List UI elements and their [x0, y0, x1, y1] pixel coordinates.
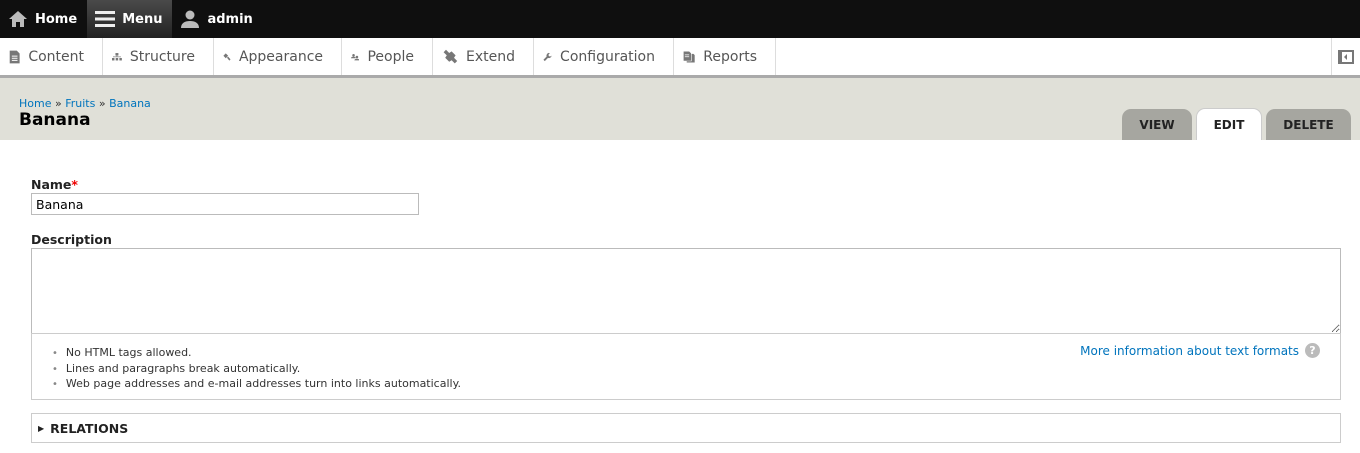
text-formats-link-label: More information about text formats — [1080, 343, 1299, 358]
breadcrumb-banana[interactable]: Banana — [109, 97, 151, 110]
tray-label: Reports — [703, 48, 757, 65]
format-tips-list: No HTML tags allowed. Lines and paragrap… — [52, 346, 461, 393]
format-tip: Lines and paragraphs break automatically… — [52, 362, 461, 378]
tray-label: Appearance — [238, 48, 323, 65]
format-tip: No HTML tags allowed. — [52, 346, 461, 362]
tray-item-people[interactable]: People — [342, 38, 433, 75]
breadcrumb-fruits[interactable]: Fruits — [65, 97, 95, 110]
collapse-icon — [1338, 49, 1354, 64]
menu-label: Menu — [122, 11, 163, 27]
tray-item-appearance[interactable]: Appearance — [214, 38, 342, 75]
user-icon — [181, 10, 200, 28]
document-icon — [9, 50, 20, 63]
admin-toolbar: Home Menu admin — [0, 0, 1360, 38]
tab-delete[interactable]: DELETE — [1266, 109, 1351, 140]
text-format-help: No HTML tags allowed. Lines and paragrap… — [31, 333, 1341, 400]
description-label: Description — [31, 232, 112, 247]
sitemap-icon — [112, 52, 122, 60]
toolbar-menu[interactable]: Menu — [87, 0, 173, 38]
name-input[interactable] — [31, 193, 419, 215]
tray-item-content[interactable]: Content — [0, 38, 103, 75]
toolbar-user[interactable]: admin — [172, 0, 262, 38]
description-textarea[interactable] — [31, 248, 1341, 334]
tray-orientation-toggle[interactable] — [1331, 38, 1360, 75]
relations-details[interactable]: ▶ RELATIONS — [31, 413, 1341, 443]
triangle-right-icon: ▶ — [38, 423, 45, 433]
tray-label: Content — [28, 48, 84, 65]
name-label-text: Name — [31, 177, 72, 192]
wrench-icon — [543, 52, 552, 61]
tray-label: People — [367, 48, 414, 65]
tray-item-extend[interactable]: Extend — [433, 38, 534, 75]
user-label: admin — [207, 11, 253, 27]
relations-summary: RELATIONS — [50, 420, 129, 436]
required-marker: * — [71, 177, 78, 192]
home-icon — [9, 11, 27, 27]
help-icon: ? — [1305, 343, 1320, 358]
paintbrush-icon — [223, 52, 231, 61]
breadcrumb: Home » Fruits » Banana — [19, 97, 151, 110]
toolbar-home[interactable]: Home — [0, 0, 87, 38]
tray-item-configuration[interactable]: Configuration — [534, 38, 674, 75]
toolbar-tray: Content Structure Appearance People Exte… — [0, 38, 1360, 78]
plug-icon — [443, 49, 458, 63]
tray-label: Structure — [129, 48, 195, 65]
tray-item-structure[interactable]: Structure — [103, 38, 214, 75]
name-label: Name* — [31, 177, 78, 192]
tray-label: Configuration — [560, 48, 655, 65]
tab-view[interactable]: VIEW — [1122, 109, 1192, 140]
text-formats-link[interactable]: More information about text formats? — [1080, 343, 1320, 358]
format-tip: Web page addresses and e-mail addresses … — [52, 377, 461, 393]
page-title: Banana — [19, 110, 91, 130]
breadcrumb-home[interactable]: Home — [19, 97, 51, 110]
tab-edit[interactable]: EDIT — [1196, 108, 1262, 140]
report-icon — [683, 50, 695, 63]
hamburger-icon — [95, 11, 116, 27]
home-label: Home — [35, 11, 78, 27]
tray-label: Extend — [466, 48, 515, 65]
people-icon — [351, 53, 360, 60]
tray-item-reports[interactable]: Reports — [674, 38, 776, 75]
page-header: Home » Fruits » Banana Banana VIEW EDIT … — [0, 78, 1360, 140]
